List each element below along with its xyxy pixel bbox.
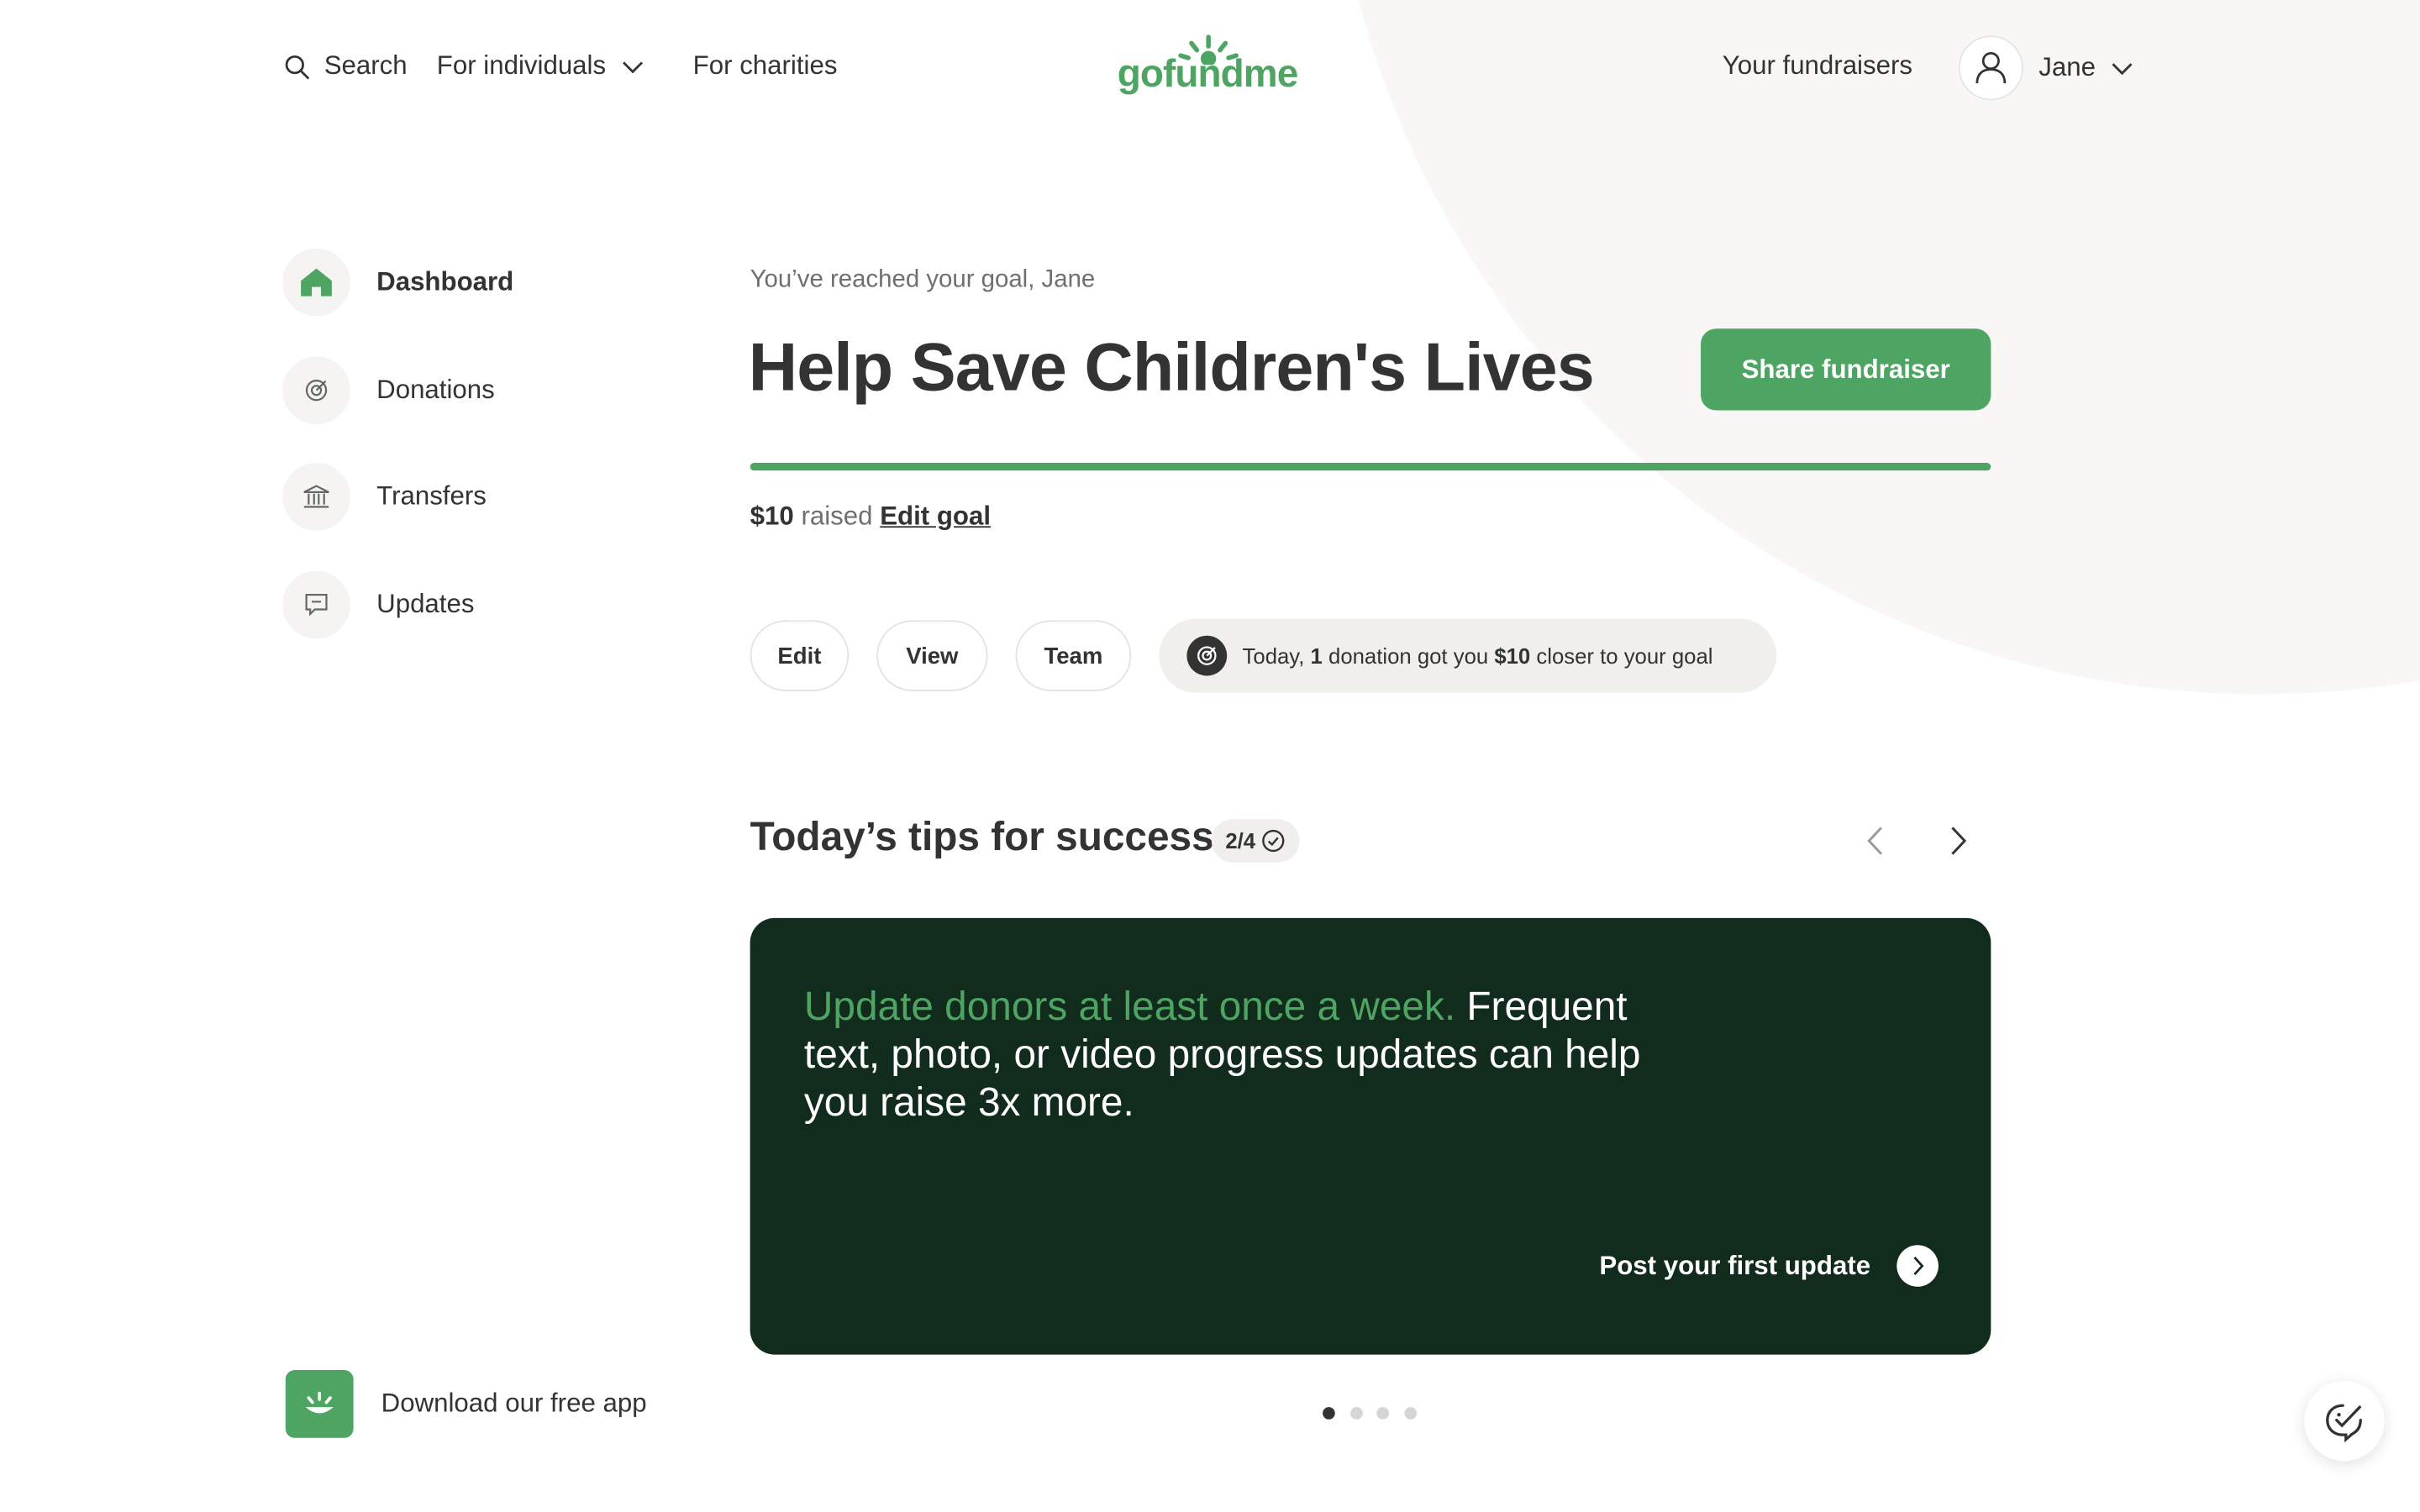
user-name: Jane — [2039, 52, 2096, 82]
search-icon — [284, 53, 310, 79]
today-suffix: closer to your goal — [1536, 643, 1713, 669]
tip-highlight: Update donors at least once a week. — [803, 982, 1456, 1030]
help-chat-icon — [2326, 1404, 2362, 1443]
raised-amount: $10 — [750, 501, 794, 531]
top-nav: Search For individuals For charities gof… — [0, 0, 2420, 139]
sidebar-item-label: Dashboard — [376, 266, 514, 297]
search-button[interactable]: Search — [284, 51, 408, 82]
user-menu[interactable]: Jane — [1958, 35, 2133, 101]
sidebar-item-label: Updates — [376, 589, 475, 619]
chevron-down-icon — [621, 60, 643, 74]
share-fundraiser-button[interactable]: Share fundraiser — [1701, 328, 1991, 411]
bank-icon — [282, 463, 350, 531]
post-first-update-button[interactable]: Post your first update — [1599, 1245, 1939, 1287]
download-app-label: Download our free app — [381, 1389, 647, 1418]
goal-progress-fill — [750, 463, 1991, 471]
sidebar-item-dashboard[interactable]: Dashboard — [282, 248, 514, 317]
today-donation-summary: Today, 1 donation got you $10 closer to … — [1159, 618, 1777, 693]
sidebar-item-donations[interactable]: Donations — [282, 356, 495, 425]
help-chat-button[interactable] — [2304, 1380, 2385, 1462]
arrow-right-icon — [1897, 1245, 1939, 1287]
today-amount: $10 — [1494, 643, 1531, 669]
goal-reached-greeting: You’ve reached your goal, Jane — [750, 266, 1096, 293]
donation-target-icon — [1186, 635, 1228, 676]
user-icon — [1975, 51, 2007, 84]
edit-button[interactable]: Edit — [750, 620, 850, 691]
today-middle: donation got you — [1328, 643, 1489, 669]
search-label: Search — [324, 50, 408, 81]
logo-wordmark: gofundme — [1117, 52, 1298, 96]
post-first-update-label: Post your first update — [1599, 1250, 1871, 1280]
pagination-dot[interactable] — [1323, 1407, 1335, 1420]
pagination-dot[interactable] — [1376, 1407, 1390, 1420]
pagination-dot[interactable] — [1349, 1407, 1362, 1420]
avatar — [1958, 35, 2023, 101]
team-button[interactable]: Team — [1015, 620, 1132, 691]
tips-progress-badge: 2/4 — [1211, 819, 1301, 863]
download-app-link[interactable]: Download our free app — [285, 1369, 647, 1438]
pagination-dot[interactable] — [1403, 1407, 1417, 1420]
sidebar-item-updates[interactable]: Updates — [282, 570, 475, 639]
tips-next-button[interactable] — [1939, 821, 1979, 861]
for-charities-link[interactable]: For charities — [693, 51, 838, 82]
today-prefix: Today, — [1242, 643, 1305, 669]
chevron-down-icon — [2111, 61, 2133, 76]
check-circle-icon — [1261, 828, 1286, 853]
tip-card: Update donors at least once a week. Freq… — [750, 917, 1991, 1355]
tip-text: Update donors at least once a week. Freq… — [804, 983, 1684, 1126]
goal-progress-bar — [750, 463, 1991, 471]
tips-previous-button[interactable] — [1855, 821, 1896, 861]
sidebar-item-label: Transfers — [376, 481, 487, 511]
home-icon — [282, 248, 350, 317]
view-button[interactable]: View — [876, 620, 988, 691]
raised-summary: $10 raised Edit goal — [750, 501, 991, 533]
chevron-left-icon — [1867, 827, 1883, 855]
message-icon — [282, 570, 350, 639]
for-individuals-label: For individuals — [436, 50, 607, 81]
for-charities-label: For charities — [692, 50, 838, 81]
tips-heading: Today’s tips for success — [750, 812, 1214, 860]
gofundme-logo[interactable]: gofundme — [1118, 34, 1306, 104]
donation-target-icon — [282, 356, 350, 425]
tips-pagination — [1323, 1407, 1431, 1420]
page: Search For individuals For charities gof… — [0, 0, 2420, 1512]
edit-goal-link[interactable]: Edit goal — [880, 501, 991, 531]
sidebar-item-label: Donations — [376, 375, 495, 405]
for-individuals-menu[interactable]: For individuals — [437, 51, 643, 82]
raised-word: raised — [801, 501, 873, 531]
sidebar-item-transfers[interactable]: Transfers — [282, 463, 487, 531]
page-title: Help Save Children's Lives — [748, 330, 1595, 407]
tips-progress-text: 2/4 — [1225, 828, 1256, 853]
your-fundraisers-label: Your fundraisers — [1722, 50, 1912, 81]
your-fundraisers-link[interactable]: Your fundraisers — [1723, 51, 1912, 82]
chevron-right-icon — [1951, 827, 1967, 855]
gofundme-app-icon — [285, 1369, 354, 1438]
today-count: 1 — [1310, 643, 1323, 669]
